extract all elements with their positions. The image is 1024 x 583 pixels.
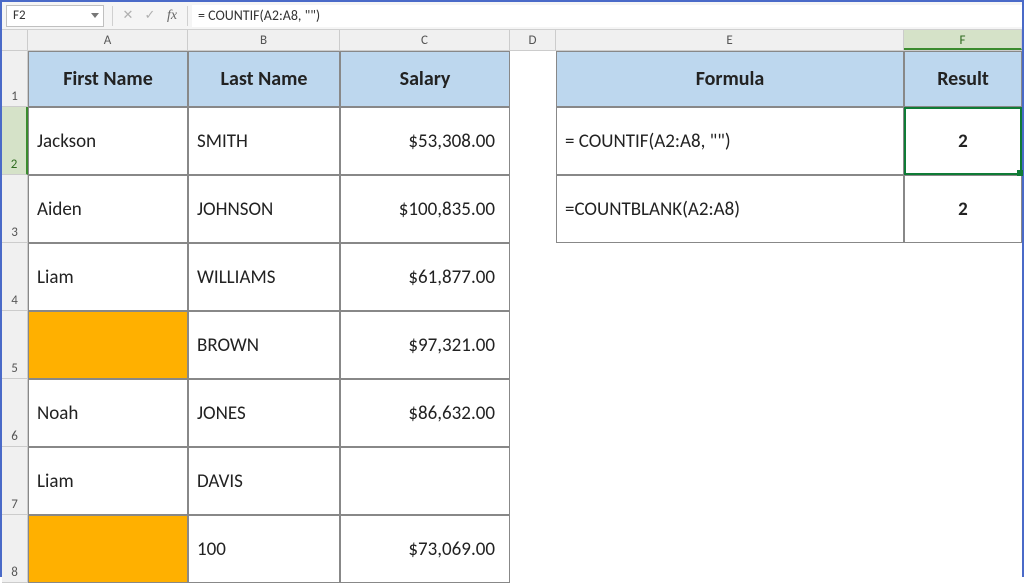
cell-B6[interactable]: JONES [188,379,340,447]
row-header-1[interactable]: 1 [2,51,28,107]
row-header-3[interactable]: 3 [2,175,28,243]
cell-E3[interactable]: =COUNTBLANK(A2:A8) [556,175,904,243]
spreadsheet-grid: A B C D E F 1 First Name Last Name Salar… [2,30,1022,583]
name-box[interactable]: F2 [6,5,104,27]
col-header-D[interactable]: D [510,30,556,50]
cell-A6[interactable]: Noah [28,379,188,447]
row-4: 4 Liam WILLIAMS $61,877.00 [2,243,1022,311]
cell-B7[interactable]: DAVIS [188,447,340,515]
row-1: 1 First Name Last Name Salary Formula Re… [2,51,1022,107]
col-header-F[interactable]: F [904,30,1022,50]
cell-A8[interactable] [28,515,188,583]
cell-B4[interactable]: WILLIAMS [188,243,340,311]
cell-D7[interactable] [510,447,556,515]
rows: 1 First Name Last Name Salary Formula Re… [2,51,1022,583]
formula-input[interactable]: = COUNTIF(A2:A8, "") [192,5,1022,27]
cell-D3[interactable] [510,175,556,243]
cell-F3[interactable]: 2 [904,175,1022,243]
cell-C5[interactable]: $97,321.00 [340,311,510,379]
cell-E5[interactable] [556,311,904,379]
cell-C3[interactable]: $100,835.00 [340,175,510,243]
cell-A5[interactable] [28,311,188,379]
cell-A7[interactable]: Liam [28,447,188,515]
header-result[interactable]: Result [904,51,1022,107]
row-6: 6 Noah JONES $86,632.00 [2,379,1022,447]
cancel-icon[interactable]: ✕ [117,5,139,27]
cell-E7[interactable] [556,447,904,515]
enter-icon[interactable]: ✓ [139,5,161,27]
cell-C4[interactable]: $61,877.00 [340,243,510,311]
cell-D2[interactable] [510,107,556,175]
row-2: 2 Jackson SMITH $53,308.00 = COUNTIF(A2:… [2,107,1022,175]
cell-C2[interactable]: $53,308.00 [340,107,510,175]
row-header-4[interactable]: 4 [2,243,28,311]
separator [112,6,113,26]
cell-F2[interactable]: 2 [904,107,1022,175]
col-header-B[interactable]: B [188,30,340,50]
cell-F5[interactable] [904,311,1022,379]
row-header-2[interactable]: 2 [2,107,28,175]
row-3: 3 Aiden JOHNSON $100,835.00 =COUNTBLANK(… [2,175,1022,243]
col-header-C[interactable]: C [340,30,510,50]
cell-D1[interactable] [510,51,556,107]
cell-E2[interactable]: = COUNTIF(A2:A8, "") [556,107,904,175]
row-header-5[interactable]: 5 [2,311,28,379]
cell-B2[interactable]: SMITH [188,107,340,175]
header-formula[interactable]: Formula [556,51,904,107]
row-header-6[interactable]: 6 [2,379,28,447]
row-7: 7 Liam DAVIS [2,447,1022,515]
header-last-name[interactable]: Last Name [188,51,340,107]
header-salary[interactable]: Salary [340,51,510,107]
row-5: 5 BROWN $97,321.00 [2,311,1022,379]
name-box-value: F2 [13,8,26,23]
select-all-corner[interactable] [2,30,28,50]
col-header-A[interactable]: A [28,30,188,50]
cell-C8[interactable]: $73,069.00 [340,515,510,583]
row-8: 8 100 $73,069.00 [2,515,1022,583]
column-headers: A B C D E F [2,30,1022,51]
cell-C7[interactable] [340,447,510,515]
row-header-7[interactable]: 7 [2,447,28,515]
row-header-8[interactable]: 8 [2,515,28,583]
cell-A2[interactable]: Jackson [28,107,188,175]
cell-D5[interactable] [510,311,556,379]
cell-A3[interactable]: Aiden [28,175,188,243]
cell-C6[interactable]: $86,632.00 [340,379,510,447]
separator [187,6,188,26]
cell-D6[interactable] [510,379,556,447]
formula-bar: F2 ✕ ✓ fx = COUNTIF(A2:A8, "") [2,2,1022,30]
cell-F8[interactable] [904,515,1022,583]
fx-icon[interactable]: fx [161,5,183,27]
col-header-E[interactable]: E [556,30,904,50]
cell-E6[interactable] [556,379,904,447]
cell-E4[interactable] [556,243,904,311]
cell-F7[interactable] [904,447,1022,515]
cell-B3[interactable]: JOHNSON [188,175,340,243]
cell-B8[interactable]: 100 [188,515,340,583]
cell-E8[interactable] [556,515,904,583]
header-first-name[interactable]: First Name [28,51,188,107]
cell-D4[interactable] [510,243,556,311]
cell-B5[interactable]: BROWN [188,311,340,379]
cell-F6[interactable] [904,379,1022,447]
cell-A4[interactable]: Liam [28,243,188,311]
chevron-down-icon[interactable] [91,13,99,18]
cell-F4[interactable] [904,243,1022,311]
cell-D8[interactable] [510,515,556,583]
